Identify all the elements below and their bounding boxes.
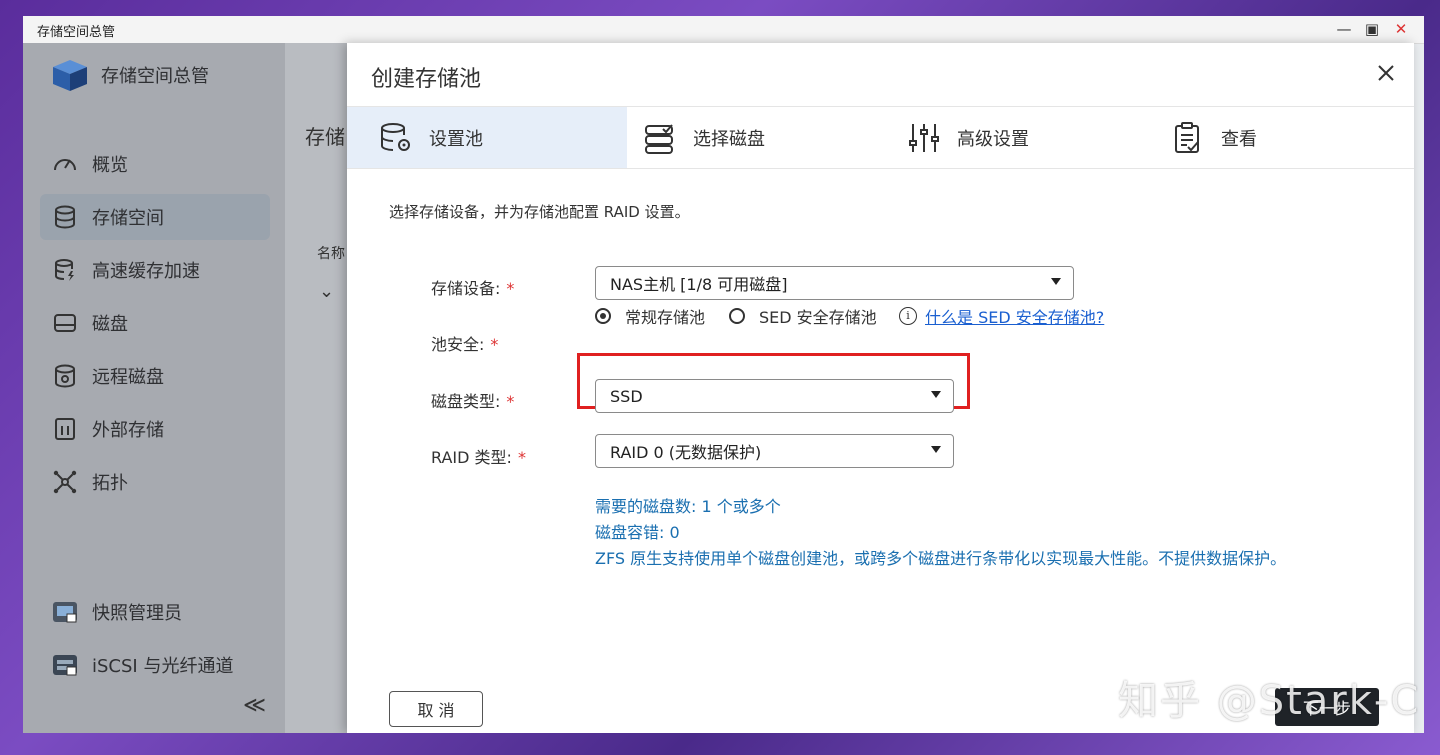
sliders-icon [909,123,939,152]
window-title: 存储空间总管 [37,25,116,40]
app-name: 存储空间总管 [101,66,209,87]
step-label: 高级设置 [957,128,1029,150]
pool-security-label: 池安全: * [431,335,499,354]
sidebar: 存储空间总管 概览 存储空间 高速缓存加速 磁盘 远程磁盘 外部存储 拓扑 快照… [23,43,285,733]
storage-device-select[interactable]: NAS主机 [1/8 可用磁盘] [595,266,1074,300]
gauge-icon [54,159,76,171]
dropdown-arrow-icon [1051,278,1061,285]
storage-settings-icon [381,122,410,151]
disk-type-select[interactable]: SSD [595,379,954,413]
sidebar-item-iscsi[interactable]: iSCSI 与光纤通道 [40,642,270,688]
app-brand: 存储空间总管 [51,57,209,93]
dropdown-arrow-icon [931,446,941,453]
sidebar-item-disks[interactable]: 磁盘 [40,300,270,346]
cancel-button[interactable]: 取 消 [389,691,483,727]
sidebar-item-snapshot-manager[interactable]: 快照管理员 [40,589,270,635]
sidebar-item-label: 外部存储 [92,420,164,441]
topology-icon [53,470,77,494]
step-label: 查看 [1221,128,1257,150]
step-setup-pool[interactable]: 设置池 [379,107,483,168]
close-icon[interactable] [1374,61,1398,85]
storage-device-label: 存储设备: * [431,279,515,298]
sidebar-item-label: 存储空间 [92,208,164,229]
hint-disk-count: 需要的磁盘数: 1 个或多个 [595,497,781,516]
raid-type-value: RAID 0 (无数据保护) [610,443,762,462]
disk-type-value: SSD [610,386,643,406]
info-icon: i [899,307,917,325]
sidebar-item-overview[interactable]: 概览 [40,141,270,187]
step-advanced-settings[interactable]: 高级设置 [907,107,1029,168]
step-label: 选择磁盘 [693,128,765,150]
app-logo-icon [53,60,87,91]
sed-help: i 什么是 SED 安全存储池? [899,304,1104,328]
remote-disk-icon [55,364,75,388]
collapse-sidebar-icon[interactable]: ≪ [243,693,266,718]
create-pool-dialog: 创建存储池 设置池 选择磁盘 高级设置 查看 选择存储设备，并为存储池配置 RA… [347,43,1414,733]
maximize-icon[interactable]: ▣ [1361,19,1383,39]
checklist-icon [1175,121,1199,153]
cache-database-icon [55,259,74,281]
storage-device-value: NAS主机 [1/8 可用磁盘] [610,275,788,294]
radio-regular-pool[interactable]: 常规存储池 [595,304,705,328]
sidebar-item-label: 概览 [92,155,128,176]
select-disk-icon [645,123,673,154]
database-icon [55,205,75,229]
sidebar-item-label: 快照管理员 [92,603,182,624]
sidebar-item-storage[interactable]: 存储空间 [40,194,270,240]
iscsi-app-icon [53,655,77,676]
minimize-icon[interactable]: — [1333,19,1355,39]
sidebar-item-label: 磁盘 [92,314,128,335]
disk-type-label: 磁盘类型: * [431,392,515,411]
radio-unselected-icon [729,308,745,324]
sidebar-item-label: 远程磁盘 [92,367,164,388]
background-heading: 存储 [305,125,345,149]
wizard-steps: 设置池 选择磁盘 高级设置 查看 [347,106,1414,169]
radio-label: 常规存储池 [625,308,706,327]
close-window-icon[interactable]: ✕ [1390,19,1412,39]
radio-selected-icon [595,308,611,324]
sidebar-item-topology[interactable]: 拓扑 [40,459,270,505]
sed-help-link[interactable]: 什么是 SED 安全存储池? [925,304,1104,328]
sidebar-item-cache[interactable]: 高速缓存加速 [40,247,270,293]
app-window: 存储空间总管 — ▣ ✕ 存储空间总管 概览 存储空间 高速缓存加速 磁盘 远程… [23,16,1424,733]
raid-type-label: RAID 类型: * [431,448,526,467]
step-select-disks[interactable]: 选择磁盘 [643,107,765,168]
step-review[interactable]: 查看 [1171,107,1257,168]
title-bar: 存储空间总管 — ▣ ✕ [23,16,1424,44]
sidebar-item-label: 高速缓存加速 [92,261,200,282]
raid-type-select[interactable]: RAID 0 (无数据保护) [595,434,954,468]
background-column-header: 名称 [317,246,345,262]
intro-text: 选择存储设备，并为存储池配置 RAID 设置。 [389,203,690,221]
hint-description: ZFS 原生支持使用单个磁盘创建池，或跨多个磁盘进行条带化以实现最大性能。不提供… [595,549,1287,568]
expand-chevron-icon[interactable]: ⌄ [319,281,334,302]
watermark: 知乎 @Stark-C [1118,678,1421,724]
step-label: 设置池 [429,128,483,150]
sidebar-item-label: iSCSI 与光纤通道 [92,656,234,677]
sidebar-item-remote-disk[interactable]: 远程磁盘 [40,353,270,399]
external-storage-icon [55,418,75,440]
radio-label: SED 安全存储池 [759,308,877,327]
hint-fault-tolerance: 磁盘容错: 0 [595,523,680,542]
dropdown-arrow-icon [931,391,941,398]
snapshot-app-icon [53,602,77,623]
sidebar-item-label: 拓扑 [92,473,128,494]
disk-icon [54,314,76,332]
radio-sed-pool[interactable]: SED 安全存储池 [729,304,877,328]
sidebar-item-external-storage[interactable]: 外部存储 [40,406,270,452]
background-page: 存储 名称 ⌄ [285,43,347,733]
dialog-title: 创建存储池 [371,67,482,92]
